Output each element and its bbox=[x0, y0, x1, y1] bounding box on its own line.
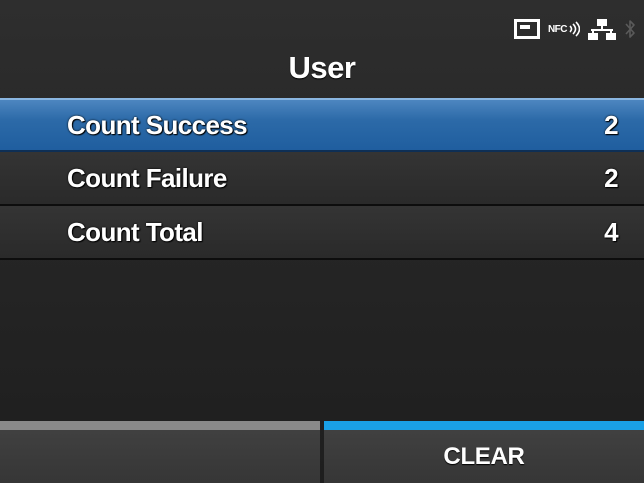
status-bar: NFC bbox=[513, 14, 636, 44]
clear-button-indicator bbox=[324, 421, 644, 430]
page-title: User bbox=[288, 50, 356, 85]
bluetooth-icon bbox=[624, 18, 636, 40]
nfc-icon: NFC bbox=[548, 21, 580, 37]
menu-item-value: 4 bbox=[604, 216, 618, 247]
sd-card-icon bbox=[513, 19, 540, 39]
menu-list: Count Success 2 Count Failure 2 Count To… bbox=[0, 98, 644, 260]
left-softkey-indicator bbox=[0, 421, 320, 430]
network-icon bbox=[588, 18, 616, 40]
menu-item-value: 2 bbox=[604, 109, 618, 140]
menu-item-value: 2 bbox=[604, 162, 618, 193]
menu-item-count-total[interactable]: Count Total 4 bbox=[0, 206, 644, 260]
menu-item-label: Count Success bbox=[67, 109, 248, 140]
left-softkey[interactable] bbox=[0, 421, 320, 483]
softkey-bar: CLEAR bbox=[0, 421, 644, 483]
menu-item-count-success[interactable]: Count Success 2 bbox=[0, 98, 644, 152]
printer-display: NFC User Count Success 2 Count Failure 2… bbox=[0, 0, 644, 483]
clear-button-label: CLEAR bbox=[443, 443, 525, 470]
menu-item-count-failure[interactable]: Count Failure 2 bbox=[0, 152, 644, 206]
nfc-label: NFC bbox=[547, 24, 568, 35]
clear-button[interactable]: CLEAR bbox=[324, 421, 644, 483]
menu-item-label: Count Failure bbox=[67, 162, 227, 193]
menu-item-label: Count Total bbox=[67, 216, 203, 247]
